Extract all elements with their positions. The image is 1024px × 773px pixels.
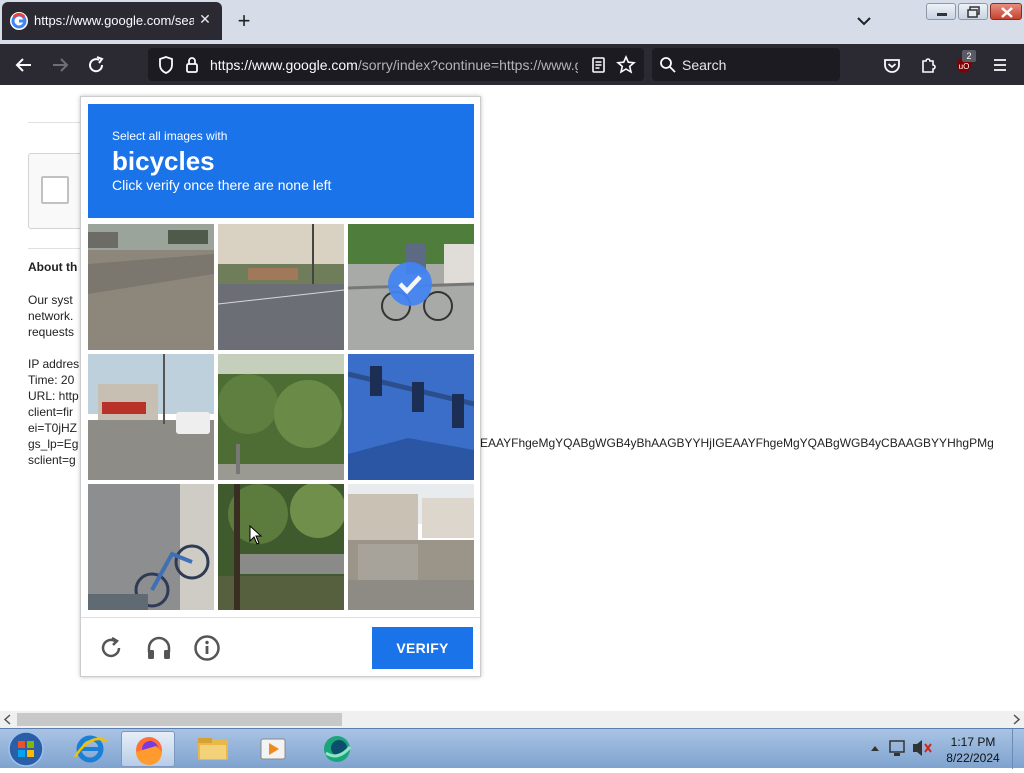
divider — [28, 248, 88, 249]
search-icon — [660, 57, 676, 73]
audio-challenge-headphones-icon[interactable] — [144, 633, 174, 663]
text-line: Our syst — [28, 293, 73, 307]
lock-icon[interactable] — [179, 52, 205, 78]
windows-taskbar: 1:17 PM 8/22/2024 — [0, 728, 1024, 769]
image-tile-1[interactable] — [88, 224, 214, 350]
image-tile-6[interactable] — [348, 354, 474, 480]
show-desktop-button[interactable] — [1012, 729, 1024, 769]
reader-view-icon[interactable] — [585, 52, 611, 78]
search-box[interactable]: Search — [652, 48, 840, 81]
hamburger-menu-icon[interactable] — [987, 52, 1013, 78]
horizontal-scrollbar[interactable] — [0, 711, 1024, 728]
text-line: ei=T0jHZ — [28, 421, 78, 435]
start-button[interactable] — [6, 730, 46, 768]
image-tile-7[interactable] — [88, 484, 214, 610]
tab-google-search[interactable]: https://www.google.com/search ✕ — [2, 2, 222, 40]
text-line: client=fir — [28, 405, 74, 419]
clock-date: 8/22/2024 — [946, 751, 1000, 765]
text-line: gs_lp=Eg — [28, 437, 79, 451]
verify-button[interactable]: VERIFY — [372, 627, 473, 669]
text-line: Time: 20 — [28, 373, 75, 387]
extension-badge-count: 2 — [962, 50, 976, 62]
extensions-puzzle-icon[interactable] — [915, 52, 941, 78]
sorry-page-text: Our syst network. requests IP addres Tim… — [28, 292, 88, 468]
taskbar-internet-explorer-icon[interactable] — [63, 731, 117, 767]
close-window-button[interactable] — [990, 3, 1022, 20]
restore-window-button[interactable] — [958, 3, 988, 20]
forward-arrow-icon[interactable] — [47, 52, 73, 78]
taskbar-firefox-icon[interactable] — [121, 731, 175, 767]
pocket-icon[interactable] — [879, 52, 905, 78]
footer-divider — [81, 617, 480, 618]
back-arrow-icon[interactable] — [11, 52, 37, 78]
image-tile-3-selected[interactable] — [348, 224, 474, 350]
instruction-top: Select all images with — [112, 129, 228, 143]
tab-title: https://www.google.com/search — [34, 13, 194, 28]
svg-text:uO: uO — [959, 62, 970, 71]
text-line: requests — [28, 325, 75, 339]
scroll-right-arrow-icon[interactable] — [1011, 714, 1021, 725]
image-tile-9[interactable] — [348, 484, 474, 610]
image-tile-5[interactable] — [218, 354, 344, 480]
recaptcha-anchor-box[interactable] — [28, 153, 88, 229]
scrollbar-thumb[interactable] — [17, 713, 342, 726]
taskbar-file-explorer-icon[interactable] — [186, 731, 240, 767]
mouse-cursor-icon — [249, 525, 263, 545]
taskbar-app-icon[interactable] — [310, 731, 364, 767]
system-tray — [868, 733, 936, 768]
close-tab-icon[interactable]: ✕ — [196, 10, 214, 28]
tab-bar: https://www.google.com/search ✕ + — [0, 0, 1024, 44]
clock-time: 1:17 PM — [950, 735, 996, 749]
divider — [28, 122, 88, 123]
search-placeholder: Search — [682, 57, 727, 73]
text-line: sclient=g — [28, 453, 76, 467]
challenge-header: Select all images with bicycles Click ve… — [88, 104, 474, 218]
text-line: network. — [28, 309, 74, 323]
reload-challenge-icon[interactable] — [96, 633, 126, 663]
recaptcha-checkbox[interactable] — [41, 176, 69, 204]
list-all-tabs-chevron-icon[interactable] — [852, 10, 876, 32]
instruction-bottom: Click verify once there are none left — [112, 177, 332, 193]
text-line — [28, 340, 88, 356]
navigation-toolbar: https://www.google.com/sorry/index?conti… — [0, 44, 1024, 85]
address-bar[interactable]: https://www.google.com/sorry/index?conti… — [148, 48, 644, 81]
reload-icon[interactable] — [83, 52, 109, 78]
new-tab-button[interactable]: + — [232, 8, 256, 34]
page-content: About th Our syst network. requests IP a… — [0, 85, 1024, 711]
taskbar-clock[interactable]: 1:17 PM 8/22/2024 — [940, 734, 1006, 766]
about-heading: About th — [28, 260, 78, 274]
google-favicon-icon — [10, 12, 28, 30]
target-object: bicycles — [112, 146, 215, 176]
bookmark-star-icon[interactable] — [613, 52, 639, 78]
minimize-window-button[interactable] — [926, 3, 956, 20]
gs-lp-parameter-text: EAAYFhgeMgYQABgWGB4yBhAAGBYYHjIGEAAYFhge… — [480, 436, 994, 450]
selected-checkmark-icon — [388, 262, 432, 306]
image-tile-2[interactable] — [218, 224, 344, 350]
text-line: IP addres — [28, 357, 80, 371]
recaptcha-challenge-popup: Select all images with bicycles Click ve… — [80, 96, 481, 677]
show-hidden-icons-chevron — [871, 746, 879, 751]
help-info-icon[interactable] — [192, 633, 222, 663]
url-text: https://www.google.com/sorry/index?conti… — [210, 57, 578, 73]
taskbar-media-player-icon[interactable] — [246, 731, 300, 767]
text-line: URL: http — [28, 389, 79, 403]
image-tile-4[interactable] — [88, 354, 214, 480]
scroll-left-arrow-icon[interactable] — [3, 714, 13, 725]
tracking-protection-shield-icon[interactable] — [153, 52, 179, 78]
image-tile-8[interactable] — [218, 484, 344, 610]
